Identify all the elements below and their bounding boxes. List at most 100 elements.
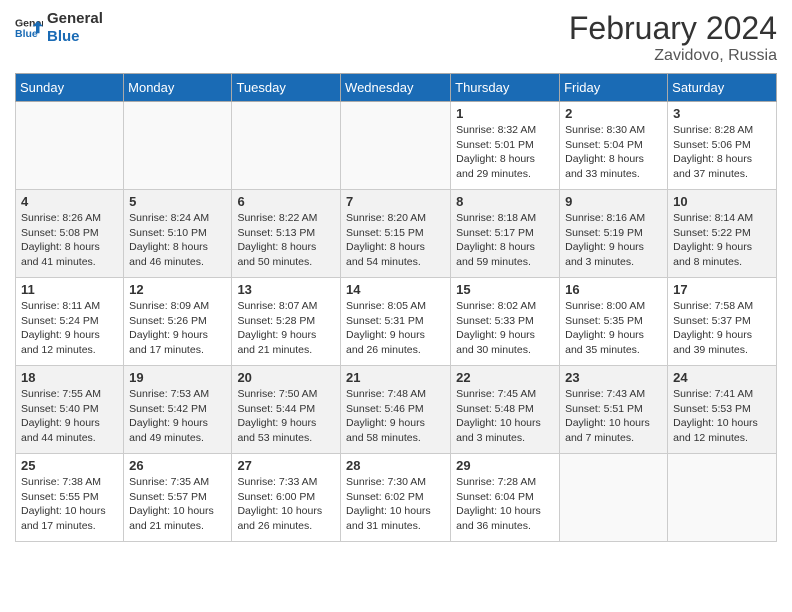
day-number: 3 [673,106,771,121]
calendar-cell: 20 Sunrise: 7:50 AMSunset: 5:44 PMDayligh… [232,366,341,454]
day-info: Sunrise: 8:18 AMSunset: 5:17 PMDaylight:… [456,211,554,270]
day-info: Sunrise: 8:16 AMSunset: 5:19 PMDaylight:… [565,211,662,270]
day-number: 27 [237,458,335,473]
day-info: Sunrise: 8:07 AMSunset: 5:28 PMDaylight:… [237,299,335,358]
day-info: Sunrise: 7:33 AMSunset: 6:00 PMDaylight:… [237,475,335,534]
day-number: 25 [21,458,118,473]
calendar-cell: 11Sunrise: 8:11 AMSunset: 5:24 PMDayligh… [16,278,124,366]
day-number: 28 [346,458,445,473]
location-subtitle: Zavidovo, Russia [569,47,777,65]
day-info: Sunrise: 8:24 AMSunset: 5:10 PMDaylight:… [129,211,226,270]
calendar-cell: 3 Sunrise: 8:28 AMSunset: 5:06 PMDaylight… [668,102,777,190]
day-info: Sunrise: 7:41 AMSunset: 5:53 PMDaylight:… [673,387,771,446]
calendar-cell [232,102,341,190]
calendar-cell: 28 Sunrise: 7:30 AMSunset: 6:02 PMDayligh… [341,454,451,542]
calendar-cell: 6Sunrise: 8:22 AMSunset: 5:13 PMDaylight… [232,190,341,278]
calendar-cell: 27 Sunrise: 7:33 AMSunset: 6:00 PMDayligh… [232,454,341,542]
weekday-header-tuesday: Tuesday [232,74,341,102]
day-number: 9 [565,194,662,209]
day-number: 29 [456,458,554,473]
day-info: Sunrise: 7:35 AMSunset: 5:57 PMDaylight:… [129,475,226,534]
calendar-week-row: 25 Sunrise: 7:38 AMSunset: 5:55 PMDayligh… [16,454,777,542]
svg-text:Blue: Blue [15,28,38,40]
day-number: 7 [346,194,445,209]
calendar-cell: 5 Sunrise: 8:24 AMSunset: 5:10 PMDaylight… [124,190,232,278]
day-info: Sunrise: 8:26 AMSunset: 5:08 PMDaylight:… [21,211,118,270]
day-number: 12 [129,282,226,297]
day-number: 15 [456,282,554,297]
day-info: Sunrise: 7:55 AMSunset: 5:40 PMDaylight:… [21,387,118,446]
calendar-cell: 10 Sunrise: 8:14 AMSunset: 5:22 PMDayligh… [668,190,777,278]
weekday-header-wednesday: Wednesday [341,74,451,102]
day-number: 6 [237,194,335,209]
weekday-header-sunday: Sunday [16,74,124,102]
day-number: 24 [673,370,771,385]
calendar-cell [124,102,232,190]
day-info: Sunrise: 7:48 AMSunset: 5:46 PMDaylight:… [346,387,445,446]
day-number: 8 [456,194,554,209]
calendar-cell: 16Sunrise: 8:00 AMSunset: 5:35 PMDayligh… [560,278,668,366]
calendar-week-row: 11Sunrise: 8:11 AMSunset: 5:24 PMDayligh… [16,278,777,366]
calendar-cell [341,102,451,190]
calendar-cell: 18 Sunrise: 7:55 AMSunset: 5:40 PMDayligh… [16,366,124,454]
day-number: 23 [565,370,662,385]
day-number: 26 [129,458,226,473]
day-number: 5 [129,194,226,209]
calendar-cell: 9 Sunrise: 8:16 AMSunset: 5:19 PMDaylight… [560,190,668,278]
header: General Blue General Blue February 2024 … [15,10,777,65]
calendar-cell: 8 Sunrise: 8:18 AMSunset: 5:17 PMDaylight… [451,190,560,278]
day-info: Sunrise: 7:30 AMSunset: 6:02 PMDaylight:… [346,475,445,534]
logo-blue: Blue [47,28,103,46]
calendar-cell: 2Sunrise: 8:30 AMSunset: 5:04 PMDaylight… [560,102,668,190]
calendar-cell [16,102,124,190]
main-container: General Blue General Blue February 2024 … [0,0,792,552]
calendar-cell [560,454,668,542]
day-info: Sunrise: 7:45 AMSunset: 5:48 PMDaylight:… [456,387,554,446]
day-info: Sunrise: 7:28 AMSunset: 6:04 PMDaylight:… [456,475,554,534]
calendar-cell: 29 Sunrise: 7:28 AMSunset: 6:04 PMDayligh… [451,454,560,542]
day-info: Sunrise: 7:50 AMSunset: 5:44 PMDaylight:… [237,387,335,446]
day-info: Sunrise: 7:53 AMSunset: 5:42 PMDaylight:… [129,387,226,446]
calendar-cell: 13 Sunrise: 8:07 AMSunset: 5:28 PMDayligh… [232,278,341,366]
day-number: 13 [237,282,335,297]
weekday-header-friday: Friday [560,74,668,102]
calendar-cell: 17 Sunrise: 7:58 AMSunset: 5:37 PMDayligh… [668,278,777,366]
day-info: Sunrise: 7:43 AMSunset: 5:51 PMDaylight:… [565,387,662,446]
day-info: Sunrise: 7:58 AMSunset: 5:37 PMDaylight:… [673,299,771,358]
calendar-cell: 23 Sunrise: 7:43 AMSunset: 5:51 PMDayligh… [560,366,668,454]
day-number: 4 [21,194,118,209]
day-number: 10 [673,194,771,209]
day-info: Sunrise: 8:14 AMSunset: 5:22 PMDaylight:… [673,211,771,270]
calendar-cell: 1Sunrise: 8:32 AMSunset: 5:01 PMDaylight… [451,102,560,190]
day-number: 18 [21,370,118,385]
day-info: Sunrise: 8:05 AMSunset: 5:31 PMDaylight:… [346,299,445,358]
calendar-week-row: 4 Sunrise: 8:26 AMSunset: 5:08 PMDaylight… [16,190,777,278]
month-title: February 2024 [569,10,777,47]
calendar-cell: 7Sunrise: 8:20 AMSunset: 5:15 PMDaylight… [341,190,451,278]
day-number: 21 [346,370,445,385]
day-number: 19 [129,370,226,385]
day-info: Sunrise: 7:38 AMSunset: 5:55 PMDaylight:… [21,475,118,534]
day-number: 17 [673,282,771,297]
day-info: Sunrise: 8:02 AMSunset: 5:33 PMDaylight:… [456,299,554,358]
day-number: 1 [456,106,554,121]
calendar-table: SundayMondayTuesdayWednesdayThursdayFrid… [15,73,777,542]
day-number: 20 [237,370,335,385]
calendar-cell: 25 Sunrise: 7:38 AMSunset: 5:55 PMDayligh… [16,454,124,542]
weekday-header-thursday: Thursday [451,74,560,102]
weekday-header-row: SundayMondayTuesdayWednesdayThursdayFrid… [16,74,777,102]
calendar-cell: 4 Sunrise: 8:26 AMSunset: 5:08 PMDaylight… [16,190,124,278]
calendar-cell: 22Sunrise: 7:45 AMSunset: 5:48 PMDayligh… [451,366,560,454]
calendar-cell: 26 Sunrise: 7:35 AMSunset: 5:57 PMDayligh… [124,454,232,542]
logo-icon: General Blue [15,14,43,42]
day-number: 14 [346,282,445,297]
calendar-week-row: 18 Sunrise: 7:55 AMSunset: 5:40 PMDayligh… [16,366,777,454]
calendar-cell: 21 Sunrise: 7:48 AMSunset: 5:46 PMDayligh… [341,366,451,454]
logo: General Blue General Blue [15,10,103,46]
day-info: Sunrise: 8:00 AMSunset: 5:35 PMDaylight:… [565,299,662,358]
calendar-week-row: 1Sunrise: 8:32 AMSunset: 5:01 PMDaylight… [16,102,777,190]
day-info: Sunrise: 8:11 AMSunset: 5:24 PMDaylight:… [21,299,118,358]
day-info: Sunrise: 8:28 AMSunset: 5:06 PMDaylight:… [673,123,771,182]
weekday-header-monday: Monday [124,74,232,102]
calendar-cell: 14 Sunrise: 8:05 AMSunset: 5:31 PMDayligh… [341,278,451,366]
